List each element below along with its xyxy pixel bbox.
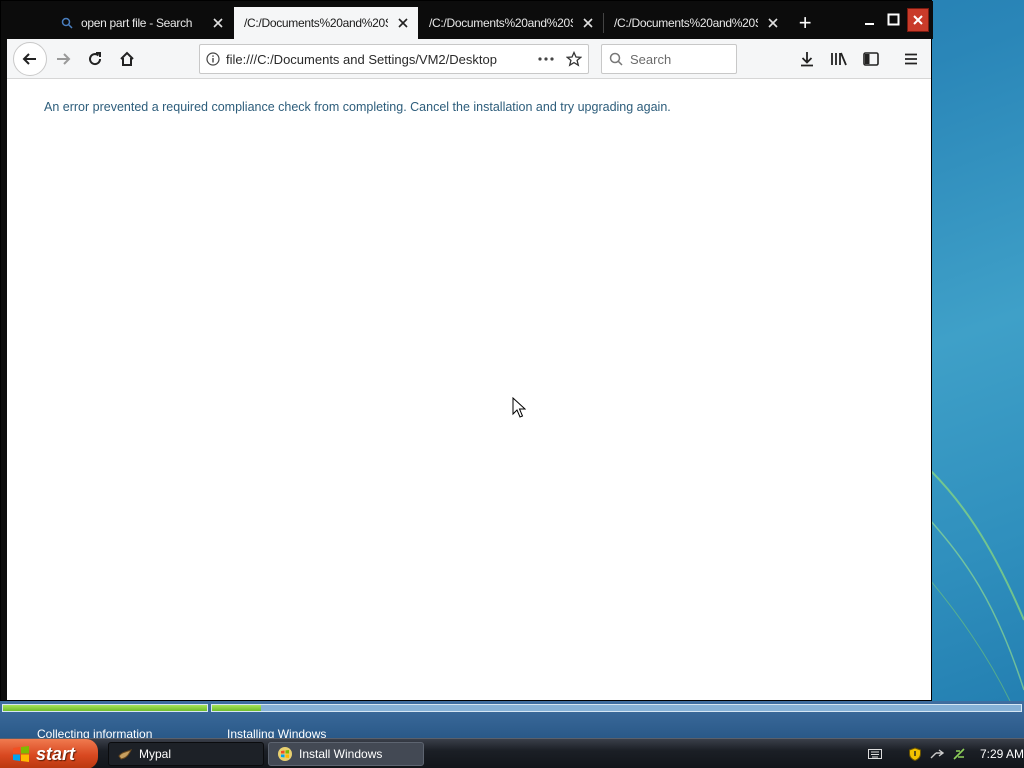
progress-fill bbox=[3, 705, 207, 711]
progress-bar-installing bbox=[211, 704, 1022, 712]
taskbar-item-label: Install Windows bbox=[299, 747, 383, 761]
downloads-button[interactable] bbox=[793, 45, 821, 73]
system-tray: 7:29 AM bbox=[860, 739, 1024, 768]
clock: 7:29 AM bbox=[980, 747, 1024, 761]
shield-icon[interactable] bbox=[908, 747, 922, 761]
sidebar-button[interactable] bbox=[857, 45, 885, 73]
page-content: An error prevented a required compliance… bbox=[7, 79, 931, 700]
start-label: start bbox=[36, 743, 76, 764]
tab-title: /C:/Documents%20and%20Se bbox=[614, 16, 758, 30]
more-icon[interactable] bbox=[532, 57, 560, 61]
url-text[interactable]: file:///C:/Documents and Settings/VM2/De… bbox=[226, 52, 532, 67]
back-button[interactable] bbox=[13, 42, 47, 76]
search-icon bbox=[59, 15, 75, 31]
progress-bar-collecting bbox=[2, 704, 208, 712]
error-message: An error prevented a required compliance… bbox=[44, 100, 671, 114]
taskbar: start Mypal Install Windows 7:29 AM bbox=[0, 738, 1024, 768]
tab-title: /C:/Documents%20and%20Se bbox=[429, 16, 573, 30]
progress-fill bbox=[212, 705, 261, 711]
browser-window: open part file - Search /C:/Documents%20… bbox=[0, 0, 933, 701]
forward-button[interactable] bbox=[49, 45, 77, 73]
windows-setup-icon bbox=[278, 747, 292, 761]
taskbar-item-mypal[interactable]: Mypal bbox=[108, 742, 264, 766]
url-bar[interactable]: file:///C:/Documents and Settings/VM2/De… bbox=[199, 44, 589, 74]
tab-bar: open part file - Search /C:/Documents%20… bbox=[1, 1, 933, 39]
search-placeholder: Search bbox=[630, 51, 672, 67]
maximize-button[interactable] bbox=[883, 8, 905, 32]
back-icon bbox=[22, 53, 36, 65]
sidebar-icon bbox=[863, 52, 879, 66]
tab-search[interactable]: open part file - Search bbox=[49, 7, 233, 39]
taskbar-item-install-windows[interactable]: Install Windows bbox=[268, 742, 424, 766]
tab-document-3[interactable]: /C:/Documents%20and%20Se bbox=[604, 7, 788, 39]
keyboard-icon[interactable] bbox=[868, 748, 882, 760]
network-icon[interactable] bbox=[930, 748, 944, 760]
search-icon bbox=[602, 52, 630, 66]
download-icon bbox=[801, 52, 813, 67]
minimize-icon bbox=[865, 23, 874, 25]
desktop-wallpaper-streaks bbox=[930, 469, 1024, 701]
reload-button[interactable] bbox=[81, 45, 109, 73]
tab-title: open part file - Search bbox=[81, 16, 193, 30]
search-input[interactable]: Search bbox=[601, 44, 737, 74]
mypal-icon bbox=[118, 749, 133, 760]
close-icon[interactable] bbox=[211, 16, 225, 30]
start-button[interactable]: start bbox=[0, 739, 98, 768]
tab-title: /C:/Documents%20and%20Se bbox=[244, 16, 388, 30]
menu-button[interactable] bbox=[897, 45, 925, 73]
maximize-icon bbox=[887, 13, 900, 26]
menu-icon bbox=[905, 53, 917, 65]
navigation-toolbar: file:///C:/Documents and Settings/VM2/De… bbox=[7, 39, 931, 79]
reload-icon bbox=[89, 52, 102, 66]
minimize-button[interactable] bbox=[859, 8, 881, 32]
close-icon[interactable] bbox=[581, 16, 595, 30]
installer-progress-strip: Collecting information Installing Window… bbox=[0, 701, 1024, 741]
network-status-icon[interactable] bbox=[952, 747, 966, 761]
tab-active[interactable]: /C:/Documents%20and%20Se bbox=[234, 7, 418, 39]
close-icon[interactable] bbox=[396, 16, 410, 30]
taskbar-item-label: Mypal bbox=[139, 747, 172, 761]
new-tab-button[interactable]: + bbox=[791, 7, 819, 39]
library-button[interactable] bbox=[825, 45, 853, 73]
windows-flag-icon bbox=[13, 746, 29, 762]
mouse-cursor-icon bbox=[512, 397, 526, 418]
library-icon bbox=[831, 52, 847, 66]
home-icon bbox=[120, 51, 134, 66]
close-icon[interactable] bbox=[766, 16, 780, 30]
forward-icon bbox=[57, 53, 71, 65]
tab-document-2[interactable]: /C:/Documents%20and%20Se bbox=[419, 7, 603, 39]
close-window-button[interactable] bbox=[907, 8, 929, 32]
star-icon[interactable] bbox=[560, 51, 588, 67]
close-icon bbox=[913, 15, 923, 25]
home-button[interactable] bbox=[113, 45, 141, 73]
info-icon[interactable] bbox=[200, 52, 226, 66]
